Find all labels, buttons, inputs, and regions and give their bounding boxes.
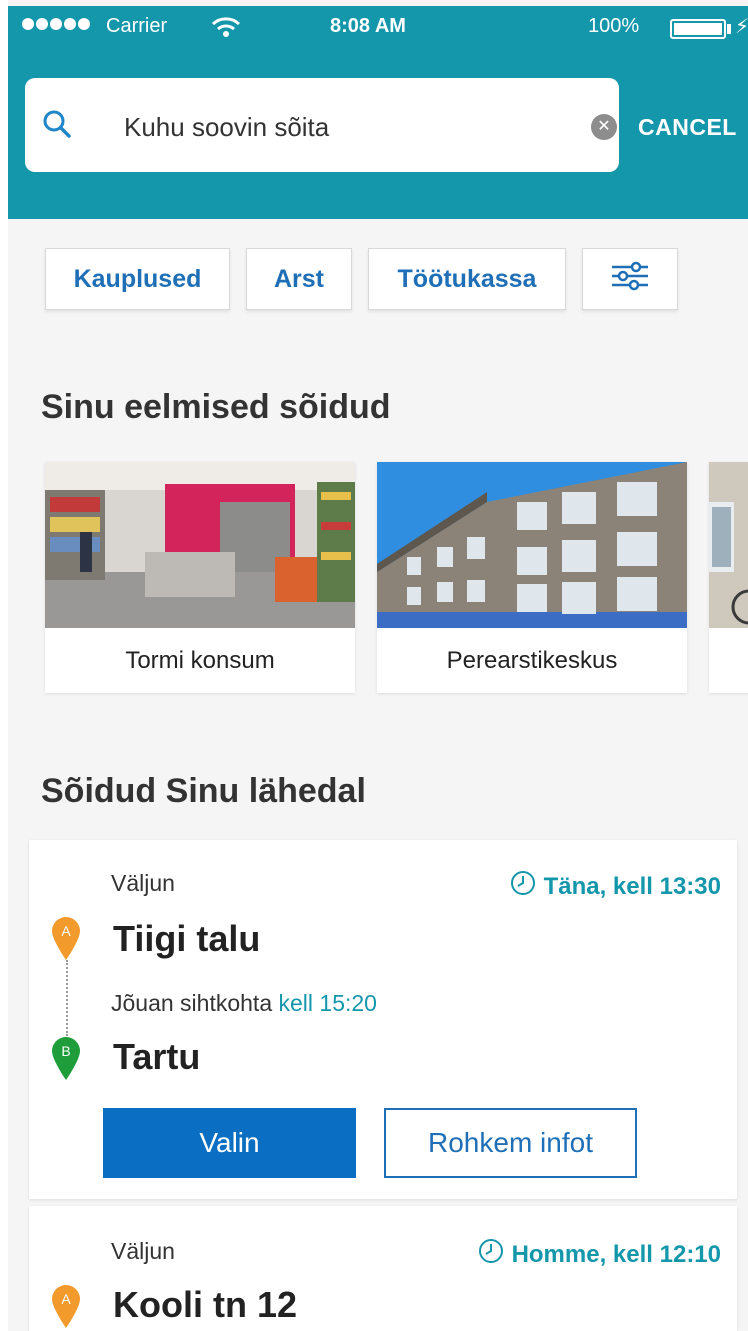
signal-strength-icon — [22, 18, 90, 30]
status-time: 8:08 AM — [330, 15, 406, 37]
status-bar: Carrier 8:08 AM 100% ⚡ — [8, 6, 748, 48]
search-icon — [41, 108, 73, 145]
charging-icon: ⚡ — [735, 16, 748, 38]
wifi-icon — [211, 16, 241, 44]
svg-text:B: B — [61, 1043, 70, 1059]
clock-icon — [478, 1238, 504, 1271]
arrival-label: Jõuan sihtkohta — [111, 990, 273, 1016]
battery-icon — [670, 19, 726, 39]
carrier-name: Carrier — [106, 15, 168, 37]
depart-label: Väljun — [111, 870, 175, 896]
departure-time: Täna, kell 13:30 — [510, 870, 721, 903]
departure-time-text: Täna, kell 13:30 — [543, 872, 721, 900]
more-info-button[interactable]: Rohkem infot — [384, 1108, 637, 1178]
building-photo — [377, 462, 687, 628]
depart-label: Väljun — [111, 1238, 175, 1264]
previous-rides-title: Sinu eelmised sõidud — [41, 388, 391, 426]
place-card-perearstikeskus[interactable]: Perearstikeskus — [377, 462, 687, 693]
battery-percentage: 100% — [588, 15, 640, 37]
arrival-time: kell 15:20 — [278, 990, 377, 1016]
departure-time-text: Homme, kell 12:10 — [511, 1240, 721, 1268]
place-label: Tormi konsum — [125, 646, 275, 674]
route-line — [66, 960, 68, 1036]
cancel-button[interactable]: CANCEL — [638, 114, 737, 141]
ride-card[interactable]: Väljun Täna, kell 13:30 A Tiigi talu Jõu… — [29, 840, 737, 1199]
battery-tip — [727, 24, 731, 34]
svg-text:A: A — [61, 1291, 71, 1307]
pin-a-icon: A — [51, 916, 81, 960]
chip-tootukassa[interactable]: Töötukassa — [368, 248, 566, 310]
place-card-tormi-konsum[interactable]: Tormi konsum — [45, 462, 355, 693]
svg-text:A: A — [61, 923, 71, 939]
arrival-info: Jõuan sihtkohta kell 15:20 — [111, 990, 377, 1017]
filter-button[interactable] — [582, 248, 678, 310]
building-photo — [709, 462, 748, 628]
chip-kauplused[interactable]: Kauplused — [45, 248, 230, 310]
app-header: Carrier 8:08 AM 100% ⚡ Kuhu soovin sõita… — [8, 6, 748, 219]
destination-name: Tartu — [113, 1036, 201, 1077]
store-interior-photo — [45, 462, 355, 628]
clear-icon[interactable]: ✕ — [591, 114, 617, 140]
nearby-rides-title: Sõidud Sinu lähedal — [41, 772, 366, 810]
category-chips: Kauplused Arst Töötukassa — [45, 248, 678, 310]
search-query[interactable]: Kuhu soovin sõita — [124, 112, 329, 143]
place-label: Perearstikeskus — [446, 646, 618, 674]
chip-arst[interactable]: Arst — [246, 248, 352, 310]
previous-rides-carousel: Tormi konsum Perearstikeskus — [45, 462, 748, 693]
frame-edge — [0, 0, 8, 1331]
origin-name: Kooli tn 12 — [113, 1284, 298, 1325]
select-ride-button[interactable]: Valin — [103, 1108, 356, 1178]
place-card-partial[interactable] — [709, 462, 748, 693]
pin-b-icon: B — [51, 1036, 81, 1080]
search-input[interactable]: Kuhu soovin sõita ✕ — [25, 78, 619, 172]
pin-a-icon: A — [51, 1284, 81, 1328]
origin-name: Tiigi talu — [113, 918, 261, 959]
sliders-icon — [610, 260, 650, 299]
clock-icon — [510, 870, 536, 903]
ride-card[interactable]: Väljun Homme, kell 12:10 A Kooli tn 12 — [29, 1206, 737, 1331]
departure-time: Homme, kell 12:10 — [478, 1238, 721, 1271]
